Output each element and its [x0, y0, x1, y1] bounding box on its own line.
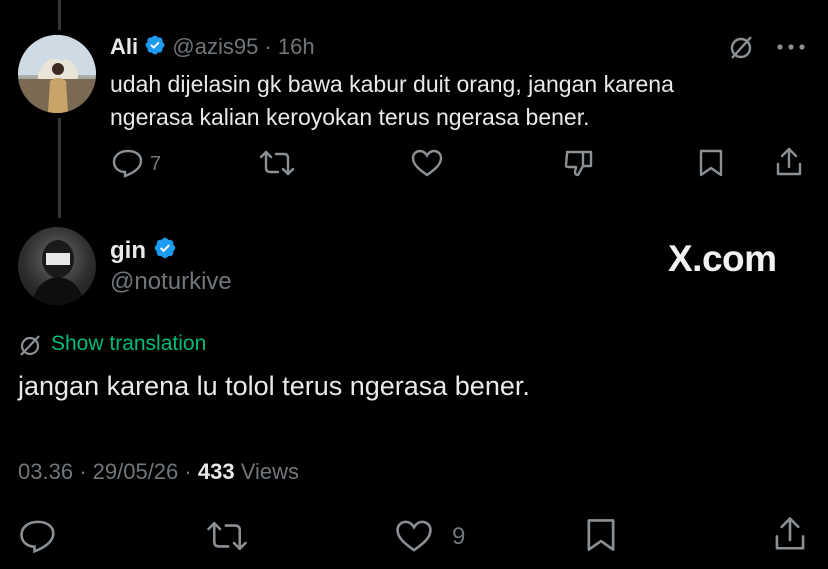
main-bookmark-icon[interactable]	[584, 516, 618, 554]
reply-handle[interactable]: @azis95	[172, 34, 258, 59]
avatar-ali[interactable]	[18, 35, 96, 113]
main-retweet-icon[interactable]	[205, 518, 249, 554]
reply-timestamp[interactable]: 16h	[278, 34, 315, 59]
like-icon[interactable]	[410, 148, 444, 178]
more-options-icon[interactable]	[776, 40, 806, 54]
bookmark-icon[interactable]	[697, 148, 725, 178]
dislike-icon[interactable]	[563, 147, 595, 179]
verified-badge-icon	[144, 34, 166, 62]
main-like-icon[interactable]	[394, 518, 434, 554]
grok-icon[interactable]	[728, 34, 754, 60]
main-reply-button[interactable]	[18, 518, 58, 554]
reply-comment-button[interactable]	[111, 148, 145, 178]
reply-author-name[interactable]: Ali	[110, 34, 138, 59]
reply-text: udah dijelasin gk bawa kabur duit orang,…	[110, 68, 674, 134]
dot-separator: ·	[264, 34, 272, 59]
main-name-row: gin	[110, 236, 177, 267]
reply-comment-count: 7	[150, 153, 162, 175]
avatar-gin[interactable]	[18, 227, 96, 305]
tweet-date[interactable]: 29/05/26	[93, 459, 179, 484]
xcom-watermark: X.com	[668, 238, 777, 279]
main-author-name[interactable]: gin	[110, 237, 146, 264]
main-share-icon[interactable]	[772, 515, 808, 553]
main-handle[interactable]: @noturkive	[110, 268, 232, 296]
main-tweet-text: jangan karena lu tolol terus ngerasa ben…	[18, 371, 530, 401]
thread-line-top	[58, 0, 61, 30]
reply-text-line-1: udah dijelasin gk bawa kabur duit orang,…	[110, 71, 674, 97]
dot-separator: ·	[79, 459, 87, 484]
reply-header: Ali @azis95 · 16h	[110, 34, 315, 62]
tweet-time[interactable]: 03.36	[18, 459, 73, 484]
views-count[interactable]: 433	[198, 459, 235, 484]
show-translation-link[interactable]: Show translation	[51, 332, 206, 356]
views-label[interactable]: Views	[241, 459, 299, 484]
verified-badge-icon	[153, 236, 177, 267]
main-like-count: 9	[452, 523, 466, 550]
translate-icon[interactable]	[18, 333, 42, 357]
share-icon[interactable]	[774, 146, 804, 178]
retweet-icon[interactable]	[258, 148, 296, 178]
tweet-meta: 03.36 · 29/05/26 · 433 Views	[18, 459, 299, 485]
reply-text-line-2: ngerasa kalian keroyokan terus ngerasa b…	[110, 104, 590, 130]
thread-line-connector	[58, 118, 61, 218]
dot-separator: ·	[184, 459, 192, 484]
